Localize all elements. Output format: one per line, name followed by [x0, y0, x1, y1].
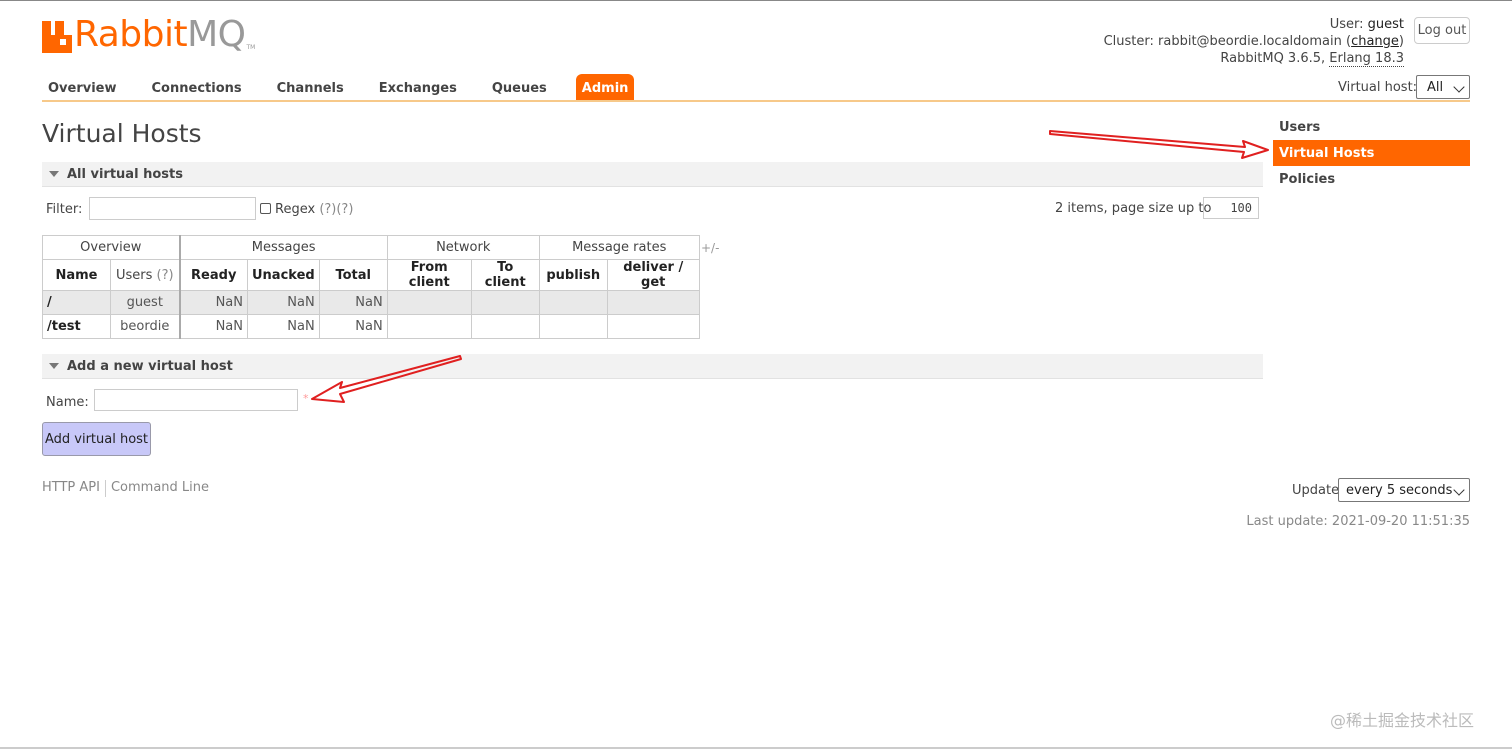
group-messages: Messages: [178, 235, 388, 260]
command-line-link[interactable]: Command Line: [111, 480, 209, 497]
items-count-label: 2 items, page size up to: [1055, 201, 1212, 216]
all-vhosts-heading: All virtual hosts: [67, 166, 183, 182]
admin-sidebar: Users Virtual Hosts Policies: [1273, 114, 1470, 192]
footer-links: HTTP API Command Line: [42, 480, 209, 497]
vhost-unacked: NaN: [247, 314, 320, 339]
http-api-link[interactable]: HTTP API: [42, 480, 100, 497]
erlang-version: Erlang 18.3: [1329, 51, 1404, 67]
vhost-publish: [538, 314, 608, 339]
collapse-triangle-icon: [49, 171, 59, 177]
sidebar-item-policies[interactable]: Policies: [1273, 166, 1470, 192]
vhost-unacked: NaN: [247, 290, 320, 315]
col-users[interactable]: Users (?): [110, 259, 180, 291]
change-cluster-link[interactable]: change: [1351, 34, 1399, 49]
add-vhost-heading: Add a new virtual host: [67, 358, 233, 374]
rabbitmq-logo-icon: [42, 21, 72, 53]
tab-queues[interactable]: Queues: [486, 74, 553, 101]
last-update-text: Last update: 2021-09-20 11:51:35: [1246, 514, 1470, 529]
update-interval-select[interactable]: every 5 seconds: [1338, 478, 1470, 502]
group-message-rates: Message rates: [538, 235, 700, 260]
footer-divider: [104, 480, 106, 497]
col-deliver-get[interactable]: deliver / get: [606, 259, 700, 291]
tab-channels[interactable]: Channels: [271, 74, 350, 101]
update-interval-value: every 5 seconds: [1346, 482, 1453, 498]
chevron-down-icon: [1453, 81, 1465, 93]
header-info: User: guest Cluster: rabbit@beordie.loca…: [1104, 16, 1404, 67]
regex-help-link[interactable]: (?)(?): [319, 202, 353, 217]
vhost-deliver-get: [606, 290, 700, 315]
vhost-ready: NaN: [178, 314, 248, 339]
top-border: [0, 0, 1512, 1]
table-row: / guest NaN NaN NaN: [42, 290, 700, 315]
user-line: User: guest: [1329, 17, 1404, 32]
nav-underline: [42, 100, 1470, 102]
logout-button[interactable]: Log out: [1414, 17, 1470, 44]
page-size-input[interactable]: 100: [1203, 197, 1259, 219]
cluster-line: Cluster: rabbit@beordie.localdomain (cha…: [1103, 34, 1404, 49]
users-help-link[interactable]: (?): [157, 268, 174, 283]
vhost-from-client: [386, 290, 472, 315]
logo-text: RabbitMQ: [74, 14, 246, 55]
arrow-to-virtual-hosts: [1049, 130, 1269, 159]
vhost-users: beordie: [110, 314, 180, 339]
col-ready[interactable]: Ready: [178, 259, 248, 291]
virtual-host-select[interactable]: All: [1416, 75, 1470, 99]
col-from-client[interactable]: From client: [386, 259, 472, 291]
regex-label: Regex (?)(?): [275, 202, 354, 217]
chevron-down-icon: [1453, 484, 1465, 496]
collapse-triangle-icon: [49, 363, 59, 369]
vhost-to-client: [470, 290, 540, 315]
col-publish[interactable]: publish: [538, 259, 608, 291]
vhost-publish: [538, 290, 608, 315]
rabbitmq-logo: RabbitMQ TM: [42, 17, 255, 53]
update-label: Update: [1292, 483, 1340, 498]
name-label: Name:: [46, 395, 89, 410]
col-to-client[interactable]: To client: [470, 259, 540, 291]
vhost-from-client: [386, 314, 472, 339]
col-total[interactable]: Total: [318, 259, 388, 291]
tab-exchanges[interactable]: Exchanges: [373, 74, 463, 101]
logo-tm: TM: [246, 44, 256, 51]
vhost-deliver-get: [606, 314, 700, 339]
vhost-name-link[interactable]: /test: [42, 314, 111, 339]
vhosts-table: Overview Messages Network Message rates …: [42, 235, 700, 339]
all-vhosts-section-header[interactable]: All virtual hosts: [42, 162, 1263, 187]
table-row: /test beordie NaN NaN NaN: [42, 314, 700, 339]
col-name[interactable]: Name: [42, 259, 111, 291]
vhost-users: guest: [110, 290, 180, 315]
vhost-name-link[interactable]: /: [42, 290, 111, 315]
tab-overview[interactable]: Overview: [42, 74, 123, 101]
page-title: Virtual Hosts: [42, 119, 202, 148]
sidebar-item-virtual-hosts[interactable]: Virtual Hosts: [1273, 140, 1470, 166]
required-mark: *: [303, 392, 309, 405]
version-line: RabbitMQ 3.6.5, Erlang 18.3: [1220, 51, 1404, 67]
vhost-total: NaN: [318, 314, 388, 339]
watermark-text: @稀土掘金技术社区: [1330, 711, 1475, 730]
main-nav: Overview Connections Channels Exchanges …: [42, 74, 657, 101]
col-unacked[interactable]: Unacked: [247, 259, 320, 291]
vhost-name-input[interactable]: [94, 389, 298, 411]
group-network: Network: [386, 235, 540, 260]
column-toggle-link[interactable]: +/-: [701, 241, 719, 255]
vhost-ready: NaN: [178, 290, 248, 315]
cluster-name: rabbit@beordie.localdomain: [1158, 34, 1342, 49]
vhost-to-client: [470, 314, 540, 339]
regex-checkbox[interactable]: [260, 203, 271, 214]
add-virtual-host-button[interactable]: Add virtual host: [42, 422, 151, 456]
virtual-host-label: Virtual host:: [1338, 80, 1418, 95]
user-name: guest: [1367, 17, 1404, 32]
filter-label: Filter:: [46, 202, 83, 217]
filter-input[interactable]: [89, 197, 256, 220]
add-vhost-section-header[interactable]: Add a new virtual host: [42, 354, 1263, 379]
tab-connections[interactable]: Connections: [146, 74, 248, 101]
group-overview: Overview: [42, 235, 180, 260]
sidebar-item-users[interactable]: Users: [1273, 114, 1470, 140]
vhost-total: NaN: [318, 290, 388, 315]
tab-admin[interactable]: Admin: [575, 74, 635, 101]
virtual-host-value: All: [1427, 79, 1444, 95]
